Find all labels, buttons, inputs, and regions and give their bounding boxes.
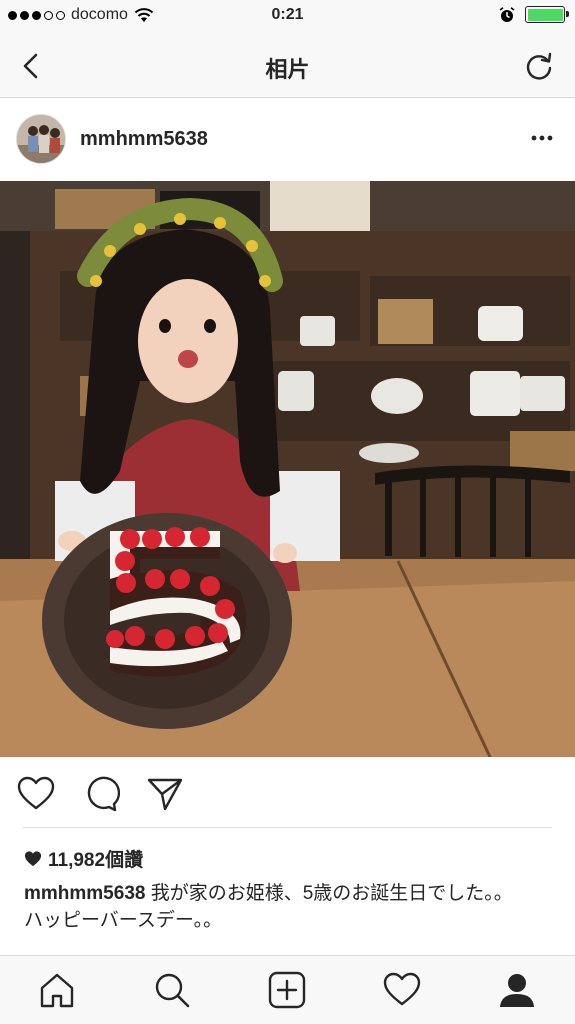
status-right <box>499 6 569 23</box>
more-icon[interactable] <box>527 126 557 150</box>
activity-heart-icon[interactable] <box>382 970 422 1010</box>
battery-icon <box>525 6 569 23</box>
caption-text-2: ハッピーバースデー。。 <box>24 910 223 931</box>
post-photo[interactable] <box>0 181 575 757</box>
post-actions <box>0 768 575 818</box>
caption-username[interactable]: mmhmm5638 <box>24 883 145 904</box>
add-icon[interactable] <box>267 970 307 1010</box>
likes-text: 11,982個讚 <box>48 850 144 871</box>
alarm-icon <box>499 6 515 22</box>
divider <box>22 827 552 828</box>
page-title: 相片 <box>265 57 310 82</box>
status-time: 0:21 <box>271 6 304 23</box>
send-icon[interactable] <box>145 774 185 814</box>
post-header: mmhmm5638 <box>0 100 575 180</box>
caption: mmhmm5638 我が家のお姫様、5歳のお誕生日でした。。 ハッピーバースデー… <box>24 880 554 934</box>
post-username[interactable]: mmhmm5638 <box>80 128 208 151</box>
likes-count[interactable]: 11,982個讚 <box>24 845 143 872</box>
search-icon[interactable] <box>152 970 192 1010</box>
profile-icon[interactable] <box>497 970 537 1010</box>
comment-icon[interactable] <box>80 774 120 814</box>
heart-filled-icon <box>24 851 42 867</box>
status-bar: docomo 0:21 <box>0 0 575 34</box>
nav-bar: 相片 <box>0 34 575 98</box>
caption-text: 我が家のお姫様、5歳のお誕生日でした。。 <box>145 883 513 904</box>
heart-icon[interactable] <box>16 774 56 814</box>
refresh-icon[interactable] <box>521 48 557 84</box>
home-icon[interactable] <box>37 970 77 1010</box>
tab-bar <box>0 955 575 1024</box>
avatar[interactable] <box>16 114 66 164</box>
